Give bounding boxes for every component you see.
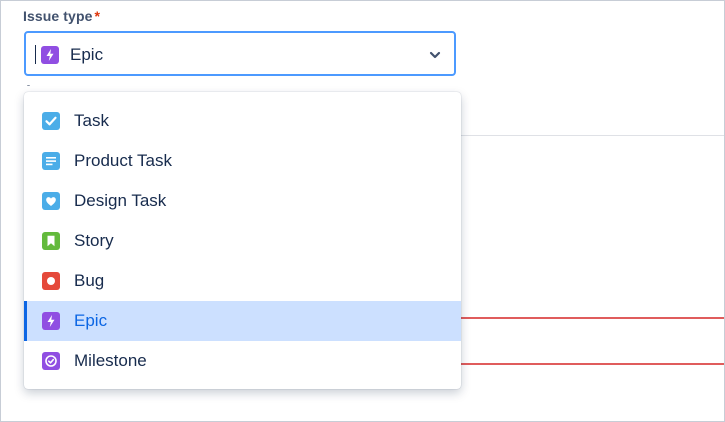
option-design-task[interactable]: Design Task (24, 181, 461, 221)
option-bug[interactable]: Bug (24, 261, 461, 301)
design-task-heart-icon (42, 192, 60, 210)
chevron-down-icon[interactable] (428, 48, 442, 67)
product-task-icon (42, 152, 60, 170)
error-field-border-bottom (461, 363, 724, 365)
epic-lightning-icon (41, 46, 59, 69)
obscured-helper-text (27, 85, 207, 91)
task-checkbox-icon (42, 112, 60, 130)
section-divider (461, 135, 724, 136)
option-epic[interactable]: Epic (24, 301, 461, 341)
option-label: Product Task (74, 151, 172, 170)
option-task[interactable]: Task (24, 101, 461, 141)
option-label: Milestone (74, 351, 147, 370)
issue-type-label: Issue type * (23, 8, 100, 24)
milestone-check-icon (42, 352, 60, 370)
option-label: Design Task (74, 191, 167, 210)
option-milestone[interactable]: Milestone (24, 341, 461, 381)
story-bookmark-icon (42, 232, 60, 250)
issue-type-label-text: Issue type (23, 8, 93, 24)
epic-lightning-icon (42, 312, 60, 330)
option-product-task[interactable]: Product Task (24, 141, 461, 181)
selected-issue-type: Epic (70, 45, 104, 64)
bug-dot-icon (42, 272, 60, 290)
issue-type-select[interactable]: Epic (24, 31, 456, 76)
text-cursor (35, 45, 36, 64)
issue-type-options: Task Product Task Design Task Story Bug … (24, 101, 461, 381)
option-label: Task (74, 111, 109, 130)
required-marker: * (94, 8, 101, 24)
option-label: Epic (74, 311, 108, 330)
option-label: Bug (74, 271, 105, 290)
issue-create-panel: Issue type * Epic Task Product Task Desi… (0, 0, 725, 422)
issue-type-dropdown-menu: Task Product Task Design Task Story Bug … (24, 92, 461, 389)
error-field-border-top (461, 317, 724, 319)
option-story[interactable]: Story (24, 221, 461, 261)
option-label: Story (74, 231, 114, 250)
